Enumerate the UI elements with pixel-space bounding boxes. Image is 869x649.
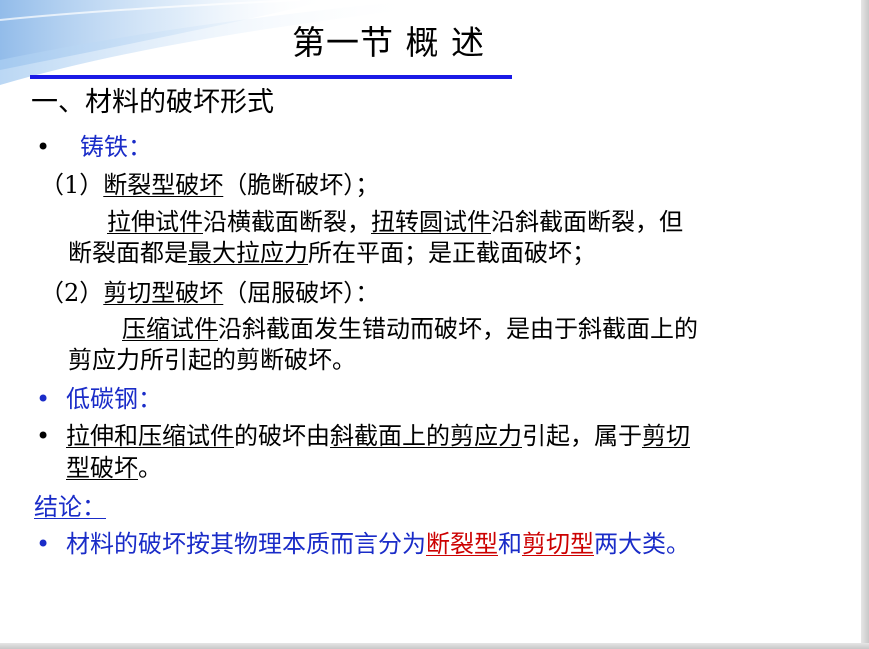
steel-text-part: 。 xyxy=(138,454,162,482)
low-carbon-label: 低碳钢： xyxy=(66,385,162,413)
shear-text-line-2: 剪应力所引起的剪断破坏。 xyxy=(68,346,356,374)
section-heading: 一、材料的破坏形式 xyxy=(31,87,274,118)
brittle-number: （1） xyxy=(40,171,104,199)
steel-text-line-1: • 拉伸和压缩试件的破坏由斜截面上的剪应力引起，属于剪切 xyxy=(36,421,690,451)
compression-specimen-term: 压缩试件 xyxy=(122,315,218,343)
shear-item: （2）剪切型破坏（屈服破坏）： xyxy=(40,278,379,308)
conclusion-label-text: 结论： xyxy=(34,493,106,521)
bullet-marker: • xyxy=(36,422,51,450)
title-underline-rule xyxy=(30,75,512,79)
slide-title: 第一节 概 述 xyxy=(292,23,485,62)
conclusion-line: • 材料的破坏按其物理本质而言分为断裂型和剪切型两大类。 xyxy=(36,529,690,559)
brittle-type: 断裂型破坏 xyxy=(103,171,224,199)
low-carbon-bullet: • 低碳钢： xyxy=(36,384,162,414)
shear-text-part: 沿斜截面发生错动而破坏，是由于斜截面上的 xyxy=(218,315,698,343)
conclusion-text-part: 两大类。 xyxy=(594,530,690,558)
brittle-text-line-1: 拉伸试件沿横截面断裂，扭转圆试件沿斜截面断裂，但 xyxy=(107,207,683,237)
brittle-text-part: 断裂面都是 xyxy=(68,239,188,267)
brittle-text-part: 沿斜截面断裂，但 xyxy=(491,208,683,236)
shear-text-line-1: 压缩试件沿斜截面发生错动而破坏，是由于斜截面上的 xyxy=(122,314,698,344)
cast-iron-label: 铸铁： xyxy=(80,133,152,161)
brittle-text-part: 沿横截面断裂， xyxy=(203,208,371,236)
shear-type-term: 剪切型 xyxy=(522,530,594,558)
slide-right-edge xyxy=(861,0,869,649)
bullet-marker: • xyxy=(36,530,51,558)
shear-desc: （屈服破坏）： xyxy=(223,279,380,307)
shear-type-term: 剪切 xyxy=(642,422,690,450)
steel-text-part: 引起，属于 xyxy=(522,422,642,450)
steel-text-line-2: 型破坏。 xyxy=(66,453,162,483)
shear-type: 剪切型破坏 xyxy=(103,279,224,307)
brittle-text-part: 所在平面；是正截面破坏； xyxy=(308,239,596,267)
specimens-term: 拉伸和压缩试件 xyxy=(66,422,234,450)
conclusion-text-part: 和 xyxy=(498,530,522,558)
conclusion-label: 结论： xyxy=(34,492,106,522)
brittle-text-line-2: 断裂面都是最大拉应力所在平面；是正截面破坏； xyxy=(68,238,596,268)
slide-bottom-edge xyxy=(0,643,869,649)
shear-type-term-cont: 型破坏 xyxy=(66,454,138,482)
cast-iron-bullet: • 铸铁： xyxy=(36,132,152,162)
conclusion-text-part: 材料的破坏按其物理本质而言分为 xyxy=(66,530,426,558)
bullet-marker: • xyxy=(36,133,51,161)
bullet-marker: • xyxy=(36,385,51,413)
max-tensile-stress-term: 最大拉应力 xyxy=(188,239,308,267)
brittle-item: （1）断裂型破坏（脆断破坏）； xyxy=(40,170,379,200)
shear-stress-term: 斜截面上的剪应力 xyxy=(330,422,522,450)
slide: 第一节 概 述 一、材料的破坏形式 • 铸铁： （1）断裂型破坏（脆断破坏）； 拉… xyxy=(0,0,869,649)
fracture-type-term: 断裂型 xyxy=(426,530,498,558)
torsion-specimen-term: 扭转圆试件 xyxy=(371,208,491,236)
tensile-specimen-term: 拉伸试件 xyxy=(107,208,203,236)
shear-number: （2） xyxy=(40,279,104,307)
steel-text-part: 的破坏由 xyxy=(234,422,330,450)
brittle-desc: （脆断破坏）； xyxy=(223,171,380,199)
